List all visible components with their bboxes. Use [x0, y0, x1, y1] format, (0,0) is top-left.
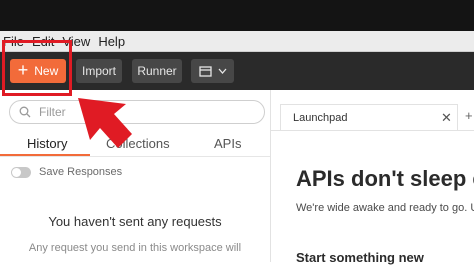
search-placeholder: Filter — [39, 105, 66, 119]
sidebar: Filter History Collections APIs Save Res… — [0, 90, 271, 262]
import-button-label: Import — [81, 64, 116, 78]
plus-icon: + — [17, 60, 29, 80]
menu-bar: File Edit View Help — [0, 31, 474, 52]
search-icon — [19, 106, 31, 118]
tabs-divider — [0, 156, 270, 157]
window-titlebar — [0, 0, 474, 31]
new-tab-button[interactable]: + — [465, 108, 473, 123]
workspace-menu-button[interactable] — [191, 59, 234, 83]
menu-edit[interactable]: Edit — [28, 34, 58, 49]
workspace-icon — [198, 65, 212, 77]
save-responses-label: Save Responses — [39, 166, 123, 178]
empty-state-description: Any request you send in this workspace w… — [28, 242, 242, 254]
launchpad-subtext: We're wide awake and ready to go. Use — [296, 202, 474, 214]
tab-history[interactable]: History — [27, 136, 67, 151]
import-button[interactable]: Import — [76, 59, 122, 83]
search-input[interactable]: Filter — [9, 100, 265, 124]
tab-launchpad-label: Launchpad — [293, 112, 348, 124]
menu-view[interactable]: View — [58, 34, 94, 49]
tab-apis[interactable]: APIs — [214, 136, 241, 151]
tab-launchpad[interactable]: Launchpad ✕ — [280, 104, 458, 130]
new-button[interactable]: + New — [10, 59, 66, 83]
new-button-label: New — [34, 64, 59, 78]
launchpad-section-title: Start something new — [296, 250, 424, 265]
chevron-down-icon — [218, 68, 226, 74]
toolbar: + New Import Runner — [0, 52, 474, 90]
runner-button-label: Runner — [137, 64, 177, 78]
runner-button[interactable]: Runner — [132, 59, 182, 83]
empty-state-title: You haven't sent any requests — [48, 214, 222, 229]
save-responses-row: Save Responses — [11, 166, 122, 178]
menu-file[interactable]: File — [0, 34, 28, 49]
menu-help[interactable]: Help — [94, 34, 129, 49]
close-icon[interactable]: ✕ — [441, 110, 452, 126]
tab-collections[interactable]: Collections — [106, 136, 170, 151]
launchpad-heading: APIs don't sleep ei — [296, 166, 474, 191]
tab-strip: Launchpad ✕ + — [271, 104, 474, 131]
save-responses-toggle[interactable] — [11, 166, 31, 178]
main-panel: Launchpad ✕ + APIs don't sleep ei We're … — [271, 90, 474, 265]
